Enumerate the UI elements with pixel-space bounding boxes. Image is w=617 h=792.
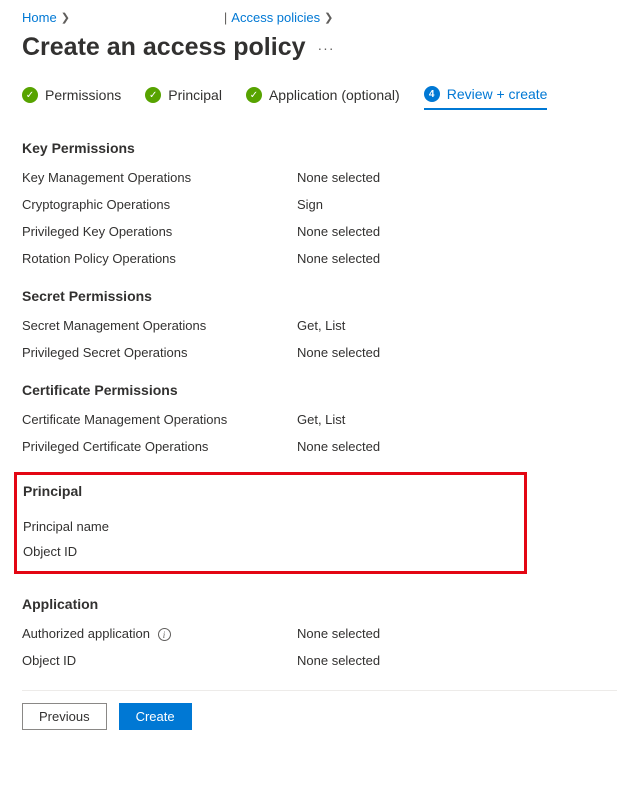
row-label: Cryptographic Operations: [22, 197, 297, 212]
row-value: None selected: [297, 224, 380, 239]
tab-label: Review + create: [447, 86, 548, 102]
previous-button[interactable]: Previous: [22, 703, 107, 730]
row-label: Privileged Certificate Operations: [22, 439, 297, 454]
check-icon: ✓: [145, 87, 161, 103]
summary-row: Rotation Policy Operations None selected: [22, 251, 617, 266]
summary-row: Privileged Key Operations None selected: [22, 224, 617, 239]
chevron-right-icon: ❯: [324, 11, 333, 24]
row-label: Authorized application i: [22, 626, 297, 641]
principal-highlight: Principal Principal name Object ID: [14, 472, 527, 574]
row-value: None selected: [297, 626, 380, 641]
summary-row: Privileged Certificate Operations None s…: [22, 439, 617, 454]
tab-application[interactable]: ✓ Application (optional): [246, 86, 400, 110]
row-value: Get, List: [297, 318, 345, 333]
page-header: Create an access policy ···: [22, 33, 617, 62]
summary-row: Secret Management Operations Get, List: [22, 318, 617, 333]
summary-row: Cryptographic Operations Sign: [22, 197, 617, 212]
row-value: Sign: [297, 197, 323, 212]
section-title-secret-permissions: Secret Permissions: [22, 288, 617, 304]
tab-label: Principal: [168, 87, 222, 103]
summary-row: Privileged Secret Operations None select…: [22, 345, 617, 360]
row-label: Certificate Management Operations: [22, 412, 297, 427]
tab-label: Application (optional): [269, 87, 400, 103]
summary-row: Principal name: [23, 519, 518, 534]
summary-row: Object ID None selected: [22, 653, 617, 668]
section-title-key-permissions: Key Permissions: [22, 140, 617, 156]
row-value: None selected: [297, 653, 380, 668]
row-label: Privileged Secret Operations: [22, 345, 297, 360]
tab-review-create[interactable]: 4 Review + create: [424, 86, 548, 110]
summary-row: Object ID: [23, 544, 518, 559]
breadcrumb-access-policies[interactable]: Access policies: [231, 10, 320, 25]
row-label: Principal name: [23, 519, 298, 534]
summary-row: Authorized application i None selected: [22, 626, 617, 641]
section-title-principal: Principal: [23, 483, 518, 499]
row-label: Object ID: [22, 653, 297, 668]
breadcrumb-home[interactable]: Home: [22, 10, 57, 25]
footer-actions: Previous Create: [22, 690, 617, 730]
section-title-application: Application: [22, 596, 617, 612]
section-title-certificate-permissions: Certificate Permissions: [22, 382, 617, 398]
tab-principal[interactable]: ✓ Principal: [145, 86, 222, 110]
page-title: Create an access policy: [22, 33, 306, 62]
info-icon[interactable]: i: [158, 628, 171, 641]
row-label: Key Management Operations: [22, 170, 297, 185]
step-number-icon: 4: [424, 86, 440, 102]
row-label: Object ID: [23, 544, 298, 559]
summary-row: Certificate Management Operations Get, L…: [22, 412, 617, 427]
chevron-right-icon: ❯: [61, 11, 70, 24]
row-label: Rotation Policy Operations: [22, 251, 297, 266]
check-icon: ✓: [246, 87, 262, 103]
row-value: None selected: [297, 439, 380, 454]
tab-permissions[interactable]: ✓ Permissions: [22, 86, 121, 110]
row-label: Privileged Key Operations: [22, 224, 297, 239]
row-value: Get, List: [297, 412, 345, 427]
row-value: None selected: [297, 345, 380, 360]
summary-row: Key Management Operations None selected: [22, 170, 617, 185]
breadcrumb: Home ❯ | Access policies ❯: [22, 10, 617, 25]
tab-label: Permissions: [45, 87, 121, 103]
create-button[interactable]: Create: [119, 703, 192, 730]
row-value: None selected: [297, 170, 380, 185]
row-value: None selected: [297, 251, 380, 266]
wizard-tabs: ✓ Permissions ✓ Principal ✓ Application …: [22, 86, 617, 110]
row-label-text: Authorized application: [22, 626, 150, 641]
more-icon[interactable]: ···: [318, 43, 335, 53]
check-icon: ✓: [22, 87, 38, 103]
row-label: Secret Management Operations: [22, 318, 297, 333]
breadcrumb-separator: |: [224, 10, 227, 25]
